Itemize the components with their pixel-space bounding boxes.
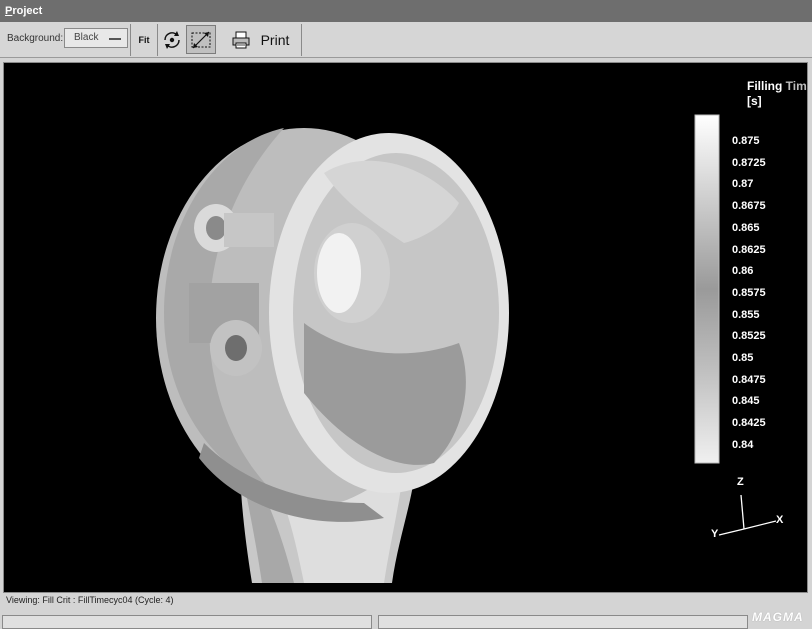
- casting-model: [156, 114, 777, 583]
- print-button[interactable]: Print: [220, 25, 300, 54]
- hub-inner: [317, 233, 361, 313]
- axis-x-label: X: [776, 514, 784, 526]
- legend-value: 0.85: [732, 352, 754, 364]
- legend-title: Filling Tim [s]: [747, 79, 807, 109]
- status-panel-right: [378, 615, 748, 629]
- legend-value: 0.8625: [732, 243, 766, 256]
- status-bar: [0, 609, 812, 629]
- legend-unit: [s]: [747, 94, 762, 108]
- legend-value: 0.86: [732, 265, 754, 278]
- legend-value: 0.8675: [732, 200, 766, 213]
- legend-value: 0.855: [732, 308, 760, 321]
- axis-y-label: Y: [711, 528, 719, 540]
- legend-value: 0.845: [732, 395, 760, 408]
- toolbar-separator: [130, 24, 131, 56]
- legend-value: 0.8725: [732, 156, 766, 169]
- legend-value: 0.87: [732, 178, 754, 191]
- toolbar-separator: [301, 24, 302, 56]
- print-label: Print: [260, 31, 290, 48]
- fit-button[interactable]: Fit: [133, 25, 155, 54]
- legend-value: 0.8525: [732, 330, 766, 343]
- printer-icon: [232, 31, 250, 48]
- legend-title-main: Filling: [747, 79, 786, 93]
- dropdown-icon: [109, 38, 121, 40]
- legend-value: 0.84: [732, 438, 754, 451]
- axis-z-label: Z: [737, 476, 744, 488]
- background-select[interactable]: Black: [64, 28, 128, 48]
- window-title-bar: Project: [0, 0, 812, 22]
- 3d-viewport[interactable]: Filling Tim [s] 0.875 0.8725 0.87 0.8675 0.8…: [3, 62, 808, 593]
- toolbar: Background: Black Fit Print: [0, 22, 812, 58]
- legend-value: 0.865: [732, 221, 760, 234]
- legend-value: 0.8475: [732, 373, 766, 386]
- upper-boss-hole: [206, 216, 226, 240]
- magma-logo: MAGMA: [752, 610, 804, 624]
- lower-boss-hole: [225, 335, 247, 361]
- axis-triad: [718, 494, 777, 536]
- legend-value: 0.8425: [732, 417, 766, 430]
- window-title: roject: [12, 5, 43, 17]
- zoom-box-button[interactable]: [186, 25, 216, 54]
- upper-arm: [224, 213, 274, 247]
- rotate-button[interactable]: [158, 25, 186, 54]
- legend-color-bar: [694, 114, 720, 464]
- legend-title-faded: Tim: [785, 79, 807, 93]
- zoom-box-icon: [191, 31, 211, 48]
- rotate-icon: [164, 30, 180, 49]
- status-panel-left: [2, 615, 372, 629]
- fit-label: Fit: [138, 34, 150, 45]
- background-select-value: Black: [74, 32, 99, 43]
- legend-value: 0.8575: [732, 286, 766, 299]
- legend-value: 0.875: [732, 135, 760, 147]
- status-line: Viewing: Fill Crit : FillTimecyc04 (Cycl…: [6, 595, 174, 605]
- background-label: Background:: [7, 33, 64, 44]
